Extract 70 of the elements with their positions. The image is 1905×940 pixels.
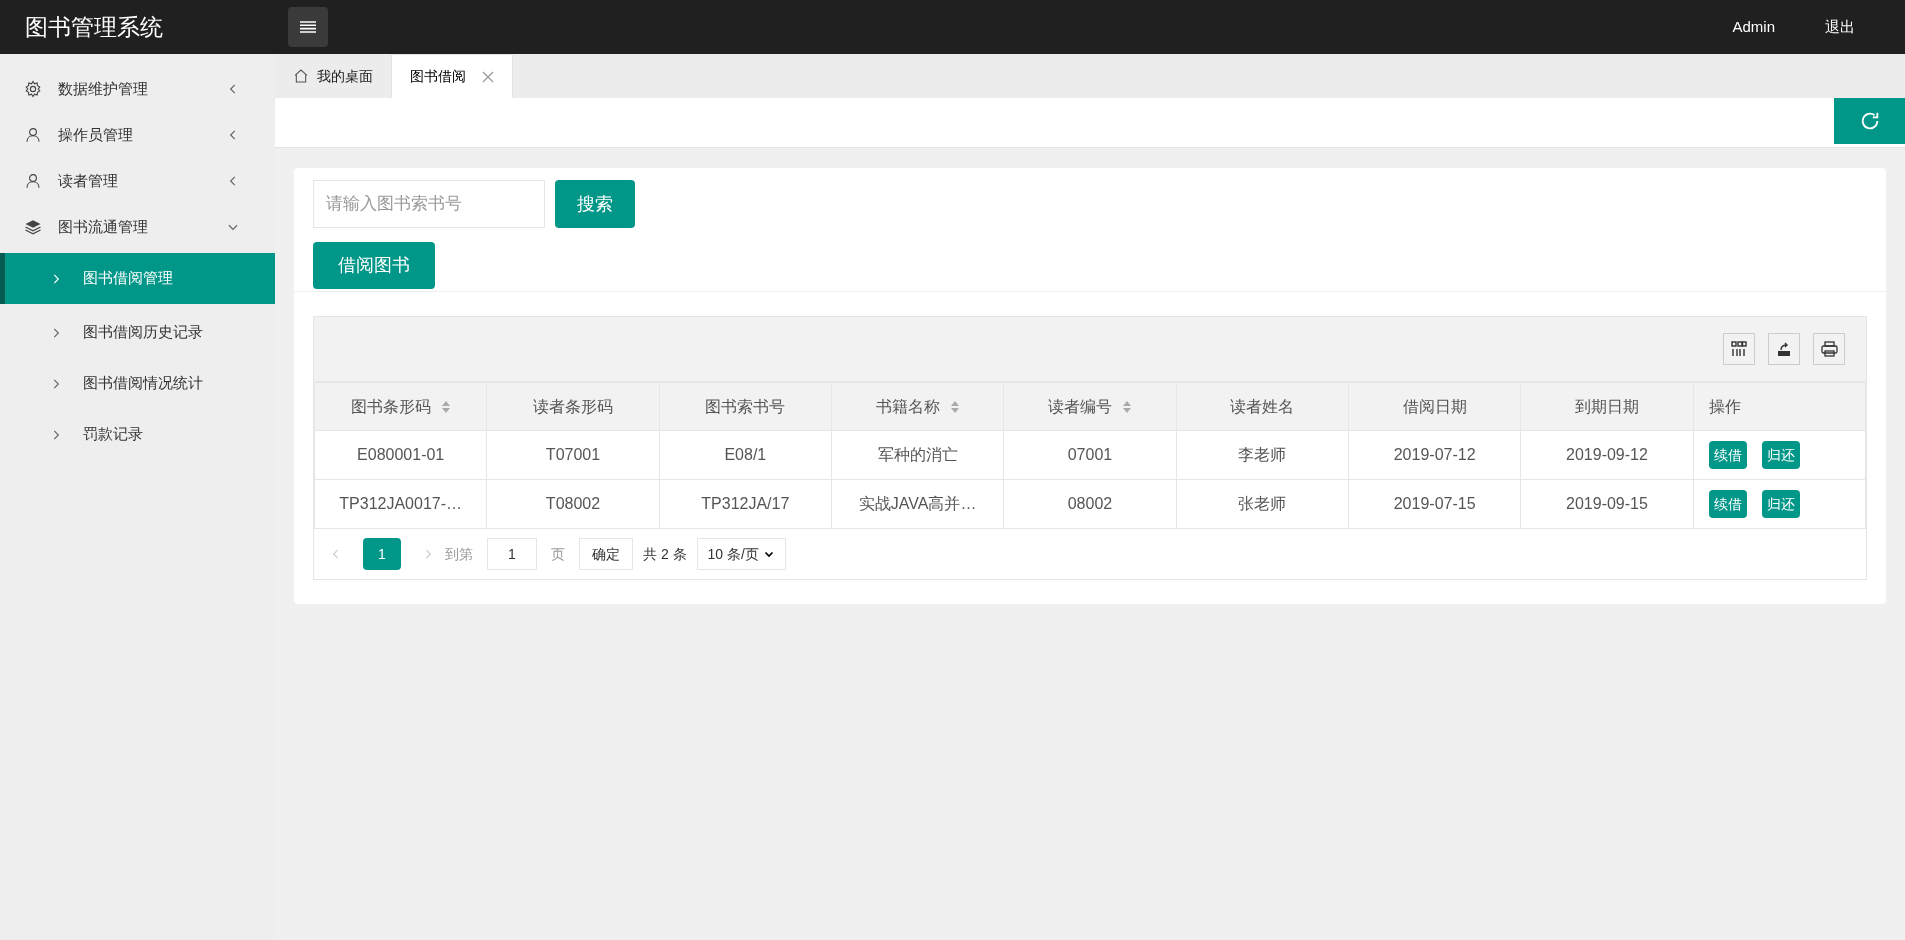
menu-toggle-button[interactable] (288, 7, 328, 47)
table-cell: 李老师 (1176, 430, 1349, 480)
print-button[interactable] (1813, 333, 1845, 365)
gear-icon (24, 80, 42, 98)
table-cell: 08002 (1003, 479, 1177, 529)
total-count: 共 2 条 (643, 544, 687, 564)
app-title: 图书管理系统 (24, 12, 164, 42)
search-button[interactable]: 搜索 (555, 180, 635, 228)
refresh-button[interactable] (1834, 98, 1905, 144)
column-header[interactable]: 书籍名称 (831, 382, 1004, 431)
table-cell: 军种的消亡 (831, 430, 1004, 480)
table-cell: 2019-09-12 (1520, 430, 1694, 480)
layers-icon (24, 218, 42, 236)
renew-button[interactable]: 续借 (1708, 441, 1747, 469)
export-icon (1776, 341, 1792, 357)
column-header: 操作 (1693, 382, 1866, 431)
sidebar-subitem[interactable]: 图书借阅管理 (0, 253, 275, 304)
home-icon (293, 68, 309, 84)
column-header: 读者姓名 (1176, 382, 1349, 431)
renew-button[interactable]: 续借 (1708, 490, 1747, 518)
column-header[interactable]: 图书条形码 (314, 382, 487, 431)
return-button[interactable]: 归还 (1761, 441, 1800, 469)
close-icon[interactable] (482, 70, 494, 83)
table-cell: 张老师 (1176, 479, 1349, 529)
column-header[interactable]: 读者编号 (1003, 382, 1177, 431)
page-input[interactable]: 1 (487, 538, 537, 570)
column-header: 到期日期 (1520, 382, 1694, 431)
goto-label: 到第 (445, 544, 473, 564)
table-cell: T07001 (486, 430, 660, 480)
sidebar-item[interactable]: 数据维护管理 (0, 66, 275, 112)
table-cell: E08/1 (659, 430, 832, 480)
grid-icon (1731, 341, 1747, 357)
user-icon (24, 126, 42, 144)
sidebar-subitem[interactable]: 图书借阅情况统计 (0, 358, 275, 409)
column-header: 借阅日期 (1348, 382, 1521, 431)
table-cell: 2019-07-15 (1348, 479, 1521, 529)
page-size-select[interactable]: 10 条/页 (696, 538, 786, 570)
table-cell: 2019-09-15 (1520, 479, 1694, 529)
tab[interactable]: 图书借阅 (391, 54, 513, 98)
sidebar-item[interactable]: 读者管理 (0, 158, 275, 204)
table-cell: TP312JA0017-… (314, 479, 487, 529)
confirm-button[interactable]: 确定 (579, 538, 633, 570)
export-button[interactable] (1768, 333, 1800, 365)
tab[interactable]: 我的桌面 (275, 54, 391, 98)
sort-icon (949, 399, 960, 414)
print-icon (1820, 341, 1838, 357)
sort-icon (1121, 399, 1132, 414)
user-name[interactable]: Admin (1732, 15, 1775, 39)
column-header: 读者条形码 (486, 382, 660, 431)
sort-icon (440, 399, 451, 414)
columns-button[interactable] (1723, 333, 1755, 365)
page-button[interactable]: 1 (363, 538, 401, 570)
table-cell: T08002 (486, 479, 660, 529)
table-cell: 2019-07-12 (1348, 430, 1521, 480)
user-icon (24, 172, 42, 190)
search-field[interactable]: 请输入图书索书号 (313, 180, 545, 228)
table-cell: TP312JA/17 (659, 479, 832, 529)
logout-link[interactable]: 退出 (1825, 15, 1855, 39)
borrow-button[interactable]: 借阅图书 (313, 242, 435, 289)
page-unit: 页 (551, 544, 565, 564)
menu-icon (299, 20, 317, 34)
sidebar-subitem[interactable]: 图书借阅历史记录 (0, 307, 275, 358)
return-button[interactable]: 归还 (1761, 490, 1800, 518)
sidebar-subitem[interactable]: 罚款记录 (0, 409, 275, 460)
sidebar-item[interactable]: 操作员管理 (0, 112, 275, 158)
sidebar-item[interactable]: 图书流通管理 (0, 204, 275, 250)
table-cell: E080001-01 (314, 430, 487, 480)
table-cell: 07001 (1003, 430, 1177, 480)
table-cell: 实战JAVA高并… (831, 479, 1004, 529)
column-header: 图书索书号 (659, 382, 832, 431)
